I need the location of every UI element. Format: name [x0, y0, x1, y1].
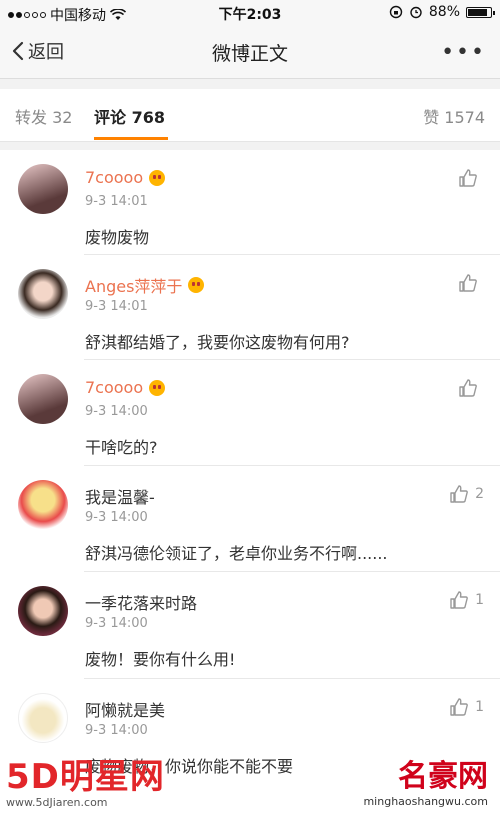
thumbs-up-icon	[459, 274, 477, 292]
comment-author[interactable]: Anges萍萍于	[85, 273, 205, 297]
vip-badge-icon	[149, 169, 166, 186]
avatar[interactable]	[18, 693, 68, 743]
comment-item: Anges萍萍于 9-3 14:01 舒淇都结婚了，我要你这废物有何用?	[0, 255, 500, 360]
comment-time: 9-3 14:00	[85, 404, 148, 419]
page-title: 微博正文	[211, 43, 288, 65]
avatar[interactable]	[18, 269, 68, 319]
comment-author[interactable]: 阿懒就是美	[85, 697, 165, 721]
comment-author[interactable]: 我是温馨-	[85, 484, 155, 508]
watermark-overlay: 5D明星网 www.5dJiaren.com 名豪网 minghaoshangw…	[0, 745, 500, 823]
comment-time: 9-3 14:00	[85, 723, 148, 738]
comment-text: 干啥吃的?	[85, 438, 158, 457]
avatar[interactable]	[18, 374, 68, 424]
thumbs-up-icon	[450, 485, 468, 503]
tab-bar: 转发 32 评论 768 赞 1574	[0, 89, 500, 142]
lock-rotation-icon	[389, 5, 403, 19]
thumbs-up-icon	[450, 698, 468, 716]
status-bar: 中国移动 下午2:03 88%	[0, 0, 500, 26]
comment-time: 9-3 14:00	[85, 510, 148, 525]
like-button[interactable]	[458, 378, 484, 398]
comment-time: 9-3 14:00	[85, 616, 148, 631]
status-right-group: 88%	[389, 4, 495, 20]
comment-text: 废物废物	[85, 228, 150, 247]
navigation-bar: 返回 微博正文 •••	[0, 26, 500, 79]
author-name: 一季花落来时路	[85, 594, 198, 613]
comment-item: 7coooo 9-3 14:00 干啥吃的?	[0, 360, 500, 466]
author-name: 阿懒就是美	[85, 701, 166, 720]
vip-badge-icon	[188, 277, 205, 293]
like-button[interactable]: 2	[449, 484, 484, 504]
like-button[interactable]: 1	[449, 590, 484, 610]
like-count: 1	[475, 592, 484, 608]
battery-percent: 88%	[428, 4, 460, 20]
comment-item: 一季花落来时路 9-3 14:00 废物！要你有什么用! 1	[0, 572, 500, 679]
thumbs-up-icon	[450, 591, 468, 609]
comment-item: 我是温馨- 9-3 14:00 舒淇冯德伦领证了，老卓你业务不行啊...... …	[0, 466, 500, 572]
comment-author[interactable]: 7coooo	[85, 168, 166, 187]
author-name: 我是温馨-	[85, 488, 155, 507]
watermark-right-url: minghaoshangwu.com	[363, 795, 488, 808]
author-name: 7coooo	[85, 378, 144, 397]
watermark-right: 名豪网 minghaoshangwu.com	[363, 751, 488, 808]
tab-reposts[interactable]: 转发 32	[15, 104, 72, 128]
thumbs-up-icon	[459, 379, 477, 397]
comment-author[interactable]: 一季花落来时路	[85, 590, 197, 614]
comment-text: 废物！要你有什么用!	[85, 650, 236, 669]
comment-time: 9-3 14:01	[85, 299, 148, 314]
avatar[interactable]	[18, 586, 68, 636]
like-button[interactable]: 1	[449, 697, 484, 717]
comment-time: 9-3 14:01	[85, 194, 148, 209]
avatar[interactable]	[18, 164, 68, 214]
like-button[interactable]	[458, 273, 484, 293]
watermark-left: 5D明星网 www.5dJiaren.com	[6, 749, 165, 809]
battery-icon	[466, 6, 495, 18]
like-count: 2	[475, 486, 484, 502]
battery-fill	[468, 8, 487, 16]
more-options-button[interactable]: •••	[441, 40, 486, 65]
avatar[interactable]	[18, 480, 68, 530]
comment-author[interactable]: 7coooo	[85, 378, 166, 397]
comment-list: 7coooo 9-3 14:01 废物废物 Anges萍萍于 9-3 14:01…	[0, 150, 500, 823]
like-count: 1	[475, 699, 484, 715]
author-name: Anges萍萍于	[85, 277, 183, 296]
tab-likes[interactable]: 赞 1574	[423, 104, 485, 128]
comment-item: 7coooo 9-3 14:01 废物废物	[0, 150, 500, 255]
comment-text: 舒淇冯德伦领证了，老卓你业务不行啊......	[85, 544, 388, 563]
vip-badge-icon	[149, 379, 166, 396]
watermark-right-brand: 名豪网	[398, 759, 488, 794]
thumbs-up-icon	[459, 169, 477, 187]
like-button[interactable]	[458, 168, 484, 188]
tab-comments[interactable]: 评论 768	[94, 104, 165, 128]
alarm-icon	[410, 6, 422, 19]
author-name: 7coooo	[85, 168, 144, 187]
active-tab-indicator	[94, 137, 168, 140]
watermark-left-brand: 5D明星网	[6, 757, 165, 797]
comment-text: 舒淇都结婚了，我要你这废物有何用?	[85, 333, 350, 352]
